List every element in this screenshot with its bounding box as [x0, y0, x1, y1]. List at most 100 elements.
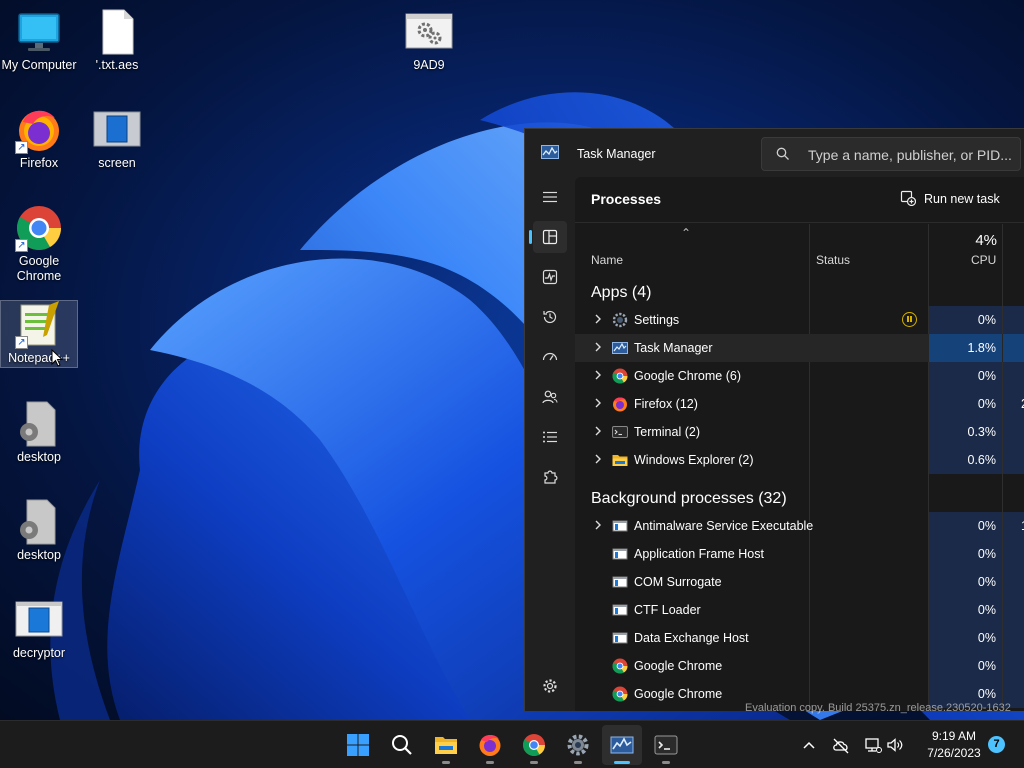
process-name: CTF Loader: [634, 603, 701, 617]
processes-icon: [542, 229, 558, 245]
task-manager-icon: [612, 342, 628, 354]
chevron-right-icon[interactable]: [593, 397, 603, 409]
desktop-icon-my-computer[interactable]: My Computer: [0, 8, 78, 73]
search-placeholder: Type a name, publisher, or PID...: [808, 147, 1012, 163]
next-column-cell: [1003, 540, 1024, 568]
nav-app-history[interactable]: [533, 301, 567, 333]
desktop-icon-9ad9[interactable]: 9AD9: [390, 8, 468, 73]
page-title: Processes: [591, 191, 662, 207]
process-row[interactable]: Google Chrome (6) 0%: [575, 362, 1024, 390]
desktop-icon-label: decryptor: [12, 646, 66, 660]
chevron-right-icon[interactable]: [593, 341, 603, 353]
chevron-up-icon[interactable]: [802, 735, 816, 755]
process-row[interactable]: Firefox (12) 0% 2: [575, 390, 1024, 418]
process-row[interactable]: COM Surrogate 0%: [575, 568, 1024, 596]
chevron-right-icon[interactable]: [593, 313, 603, 325]
nav-processes[interactable]: [529, 221, 567, 253]
app-window-icon: [612, 576, 628, 588]
running-indicator: [530, 761, 538, 764]
next-column-cell: [1003, 624, 1024, 652]
hamburger-menu-button[interactable]: [533, 181, 567, 213]
decryptor-icon: [15, 596, 63, 644]
mouse-cursor-icon: [51, 349, 63, 367]
running-indicator: [662, 761, 670, 764]
taskbar-search-button[interactable]: [382, 725, 422, 765]
chrome-icon: ↗: [15, 204, 63, 252]
nav-performance[interactable]: [533, 261, 567, 293]
taskbar-settings[interactable]: [558, 725, 598, 765]
nav-details[interactable]: [533, 421, 567, 453]
task-manager-window[interactable]: Task Manager Type a name, publisher, or …: [524, 128, 1024, 711]
process-row[interactable]: CTF Loader 0%: [575, 596, 1024, 624]
desktop-icon-desktop-1[interactable]: desktop: [0, 400, 78, 465]
firefox-icon: [613, 397, 627, 412]
chevron-right-icon[interactable]: [593, 453, 603, 465]
chrome-icon: [612, 368, 628, 384]
process-row[interactable]: Data Exchange Host 0%: [575, 624, 1024, 652]
taskbar-chrome[interactable]: [514, 725, 554, 765]
process-row[interactable]: Antimalware Service Executable 0% 1: [575, 512, 1024, 540]
app-window-icon: [612, 632, 628, 644]
chevron-right-icon[interactable]: [593, 519, 603, 531]
process-row[interactable]: Settings 0%: [575, 306, 1024, 334]
process-cpu: 0%: [929, 540, 1002, 568]
chevron-right-icon[interactable]: [593, 369, 603, 381]
taskbar-file-explorer[interactable]: [426, 725, 466, 765]
desktop-icon-desktop-2[interactable]: desktop: [0, 498, 78, 563]
gear-icon: [543, 679, 557, 693]
process-row[interactable]: Task Manager 1.8%: [575, 334, 1024, 362]
process-row[interactable]: Windows Explorer (2) 0.6%: [575, 446, 1024, 474]
desktop-icon-txt-aes[interactable]: '.txt.aes: [78, 8, 156, 73]
next-column-cell: [1003, 596, 1024, 624]
process-row[interactable]: Terminal (2) 0.3%: [575, 418, 1024, 446]
network-icon[interactable]: [864, 735, 882, 755]
column-header-status[interactable]: Status: [816, 253, 850, 267]
chevron-right-icon[interactable]: [593, 425, 603, 437]
next-column-cell: [1003, 362, 1024, 390]
firefox-icon: [479, 734, 501, 756]
process-cpu: 0%: [929, 512, 1002, 540]
desktop-icon-decryptor[interactable]: decryptor: [0, 596, 78, 661]
nav-services[interactable]: [533, 461, 567, 493]
taskbar-terminal[interactable]: [646, 725, 686, 765]
nav-startup-apps[interactable]: [533, 341, 567, 373]
search-input[interactable]: Type a name, publisher, or PID...: [761, 137, 1021, 171]
desktop-icon-firefox[interactable]: ↗ Firefox: [0, 106, 78, 171]
taskbar-task-manager[interactable]: [602, 725, 642, 765]
column-header-name[interactable]: Name: [591, 253, 623, 267]
app-window-icon: [612, 604, 628, 616]
title-bar[interactable]: Task Manager Type a name, publisher, or …: [525, 129, 1024, 177]
column-headers: ⌃ Name Status 4% CPU: [575, 224, 1024, 272]
process-row[interactable]: Application Frame Host 0%: [575, 540, 1024, 568]
run-new-task-label: Run new task: [924, 192, 1000, 206]
process-name: Windows Explorer (2): [634, 453, 754, 467]
cloud-offline-icon[interactable]: [832, 735, 850, 755]
search-icon: [776, 147, 789, 160]
start-button[interactable]: [338, 725, 378, 765]
chrome-icon: [612, 686, 628, 702]
desktop-icon-label: screen: [98, 156, 136, 170]
taskbar-firefox[interactable]: [470, 725, 510, 765]
column-header-cpu[interactable]: CPU: [971, 253, 996, 267]
users-icon: [542, 390, 558, 404]
notification-badge[interactable]: 7: [988, 736, 1005, 753]
desktop-icon-notepadpp[interactable]: ↗ Notepad++: [0, 300, 78, 368]
process-cpu: 0.3%: [929, 418, 1002, 446]
hamburger-icon: [543, 191, 557, 203]
nav-settings[interactable]: [533, 670, 567, 702]
desktop-icon-screen[interactable]: screen: [78, 106, 156, 171]
search-icon: [392, 735, 412, 755]
performance-icon: [542, 269, 558, 285]
cpu-total-percent: 4%: [975, 232, 997, 249]
process-cpu: 0%: [929, 596, 1002, 624]
volume-icon[interactable]: [886, 735, 904, 755]
process-name: Application Frame Host: [634, 547, 764, 561]
process-cpu: 1.8%: [929, 334, 1002, 362]
clock-time[interactable]: 9:19 AM: [920, 729, 988, 743]
process-name: Google Chrome: [634, 687, 723, 701]
desktop-icon-google-chrome[interactable]: ↗ Google Chrome: [0, 204, 78, 284]
app-window-icon: [612, 520, 628, 532]
process-row[interactable]: Google Chrome 0%: [575, 652, 1024, 680]
nav-users[interactable]: [533, 381, 567, 413]
clock-date[interactable]: 7/26/2023: [920, 746, 988, 760]
